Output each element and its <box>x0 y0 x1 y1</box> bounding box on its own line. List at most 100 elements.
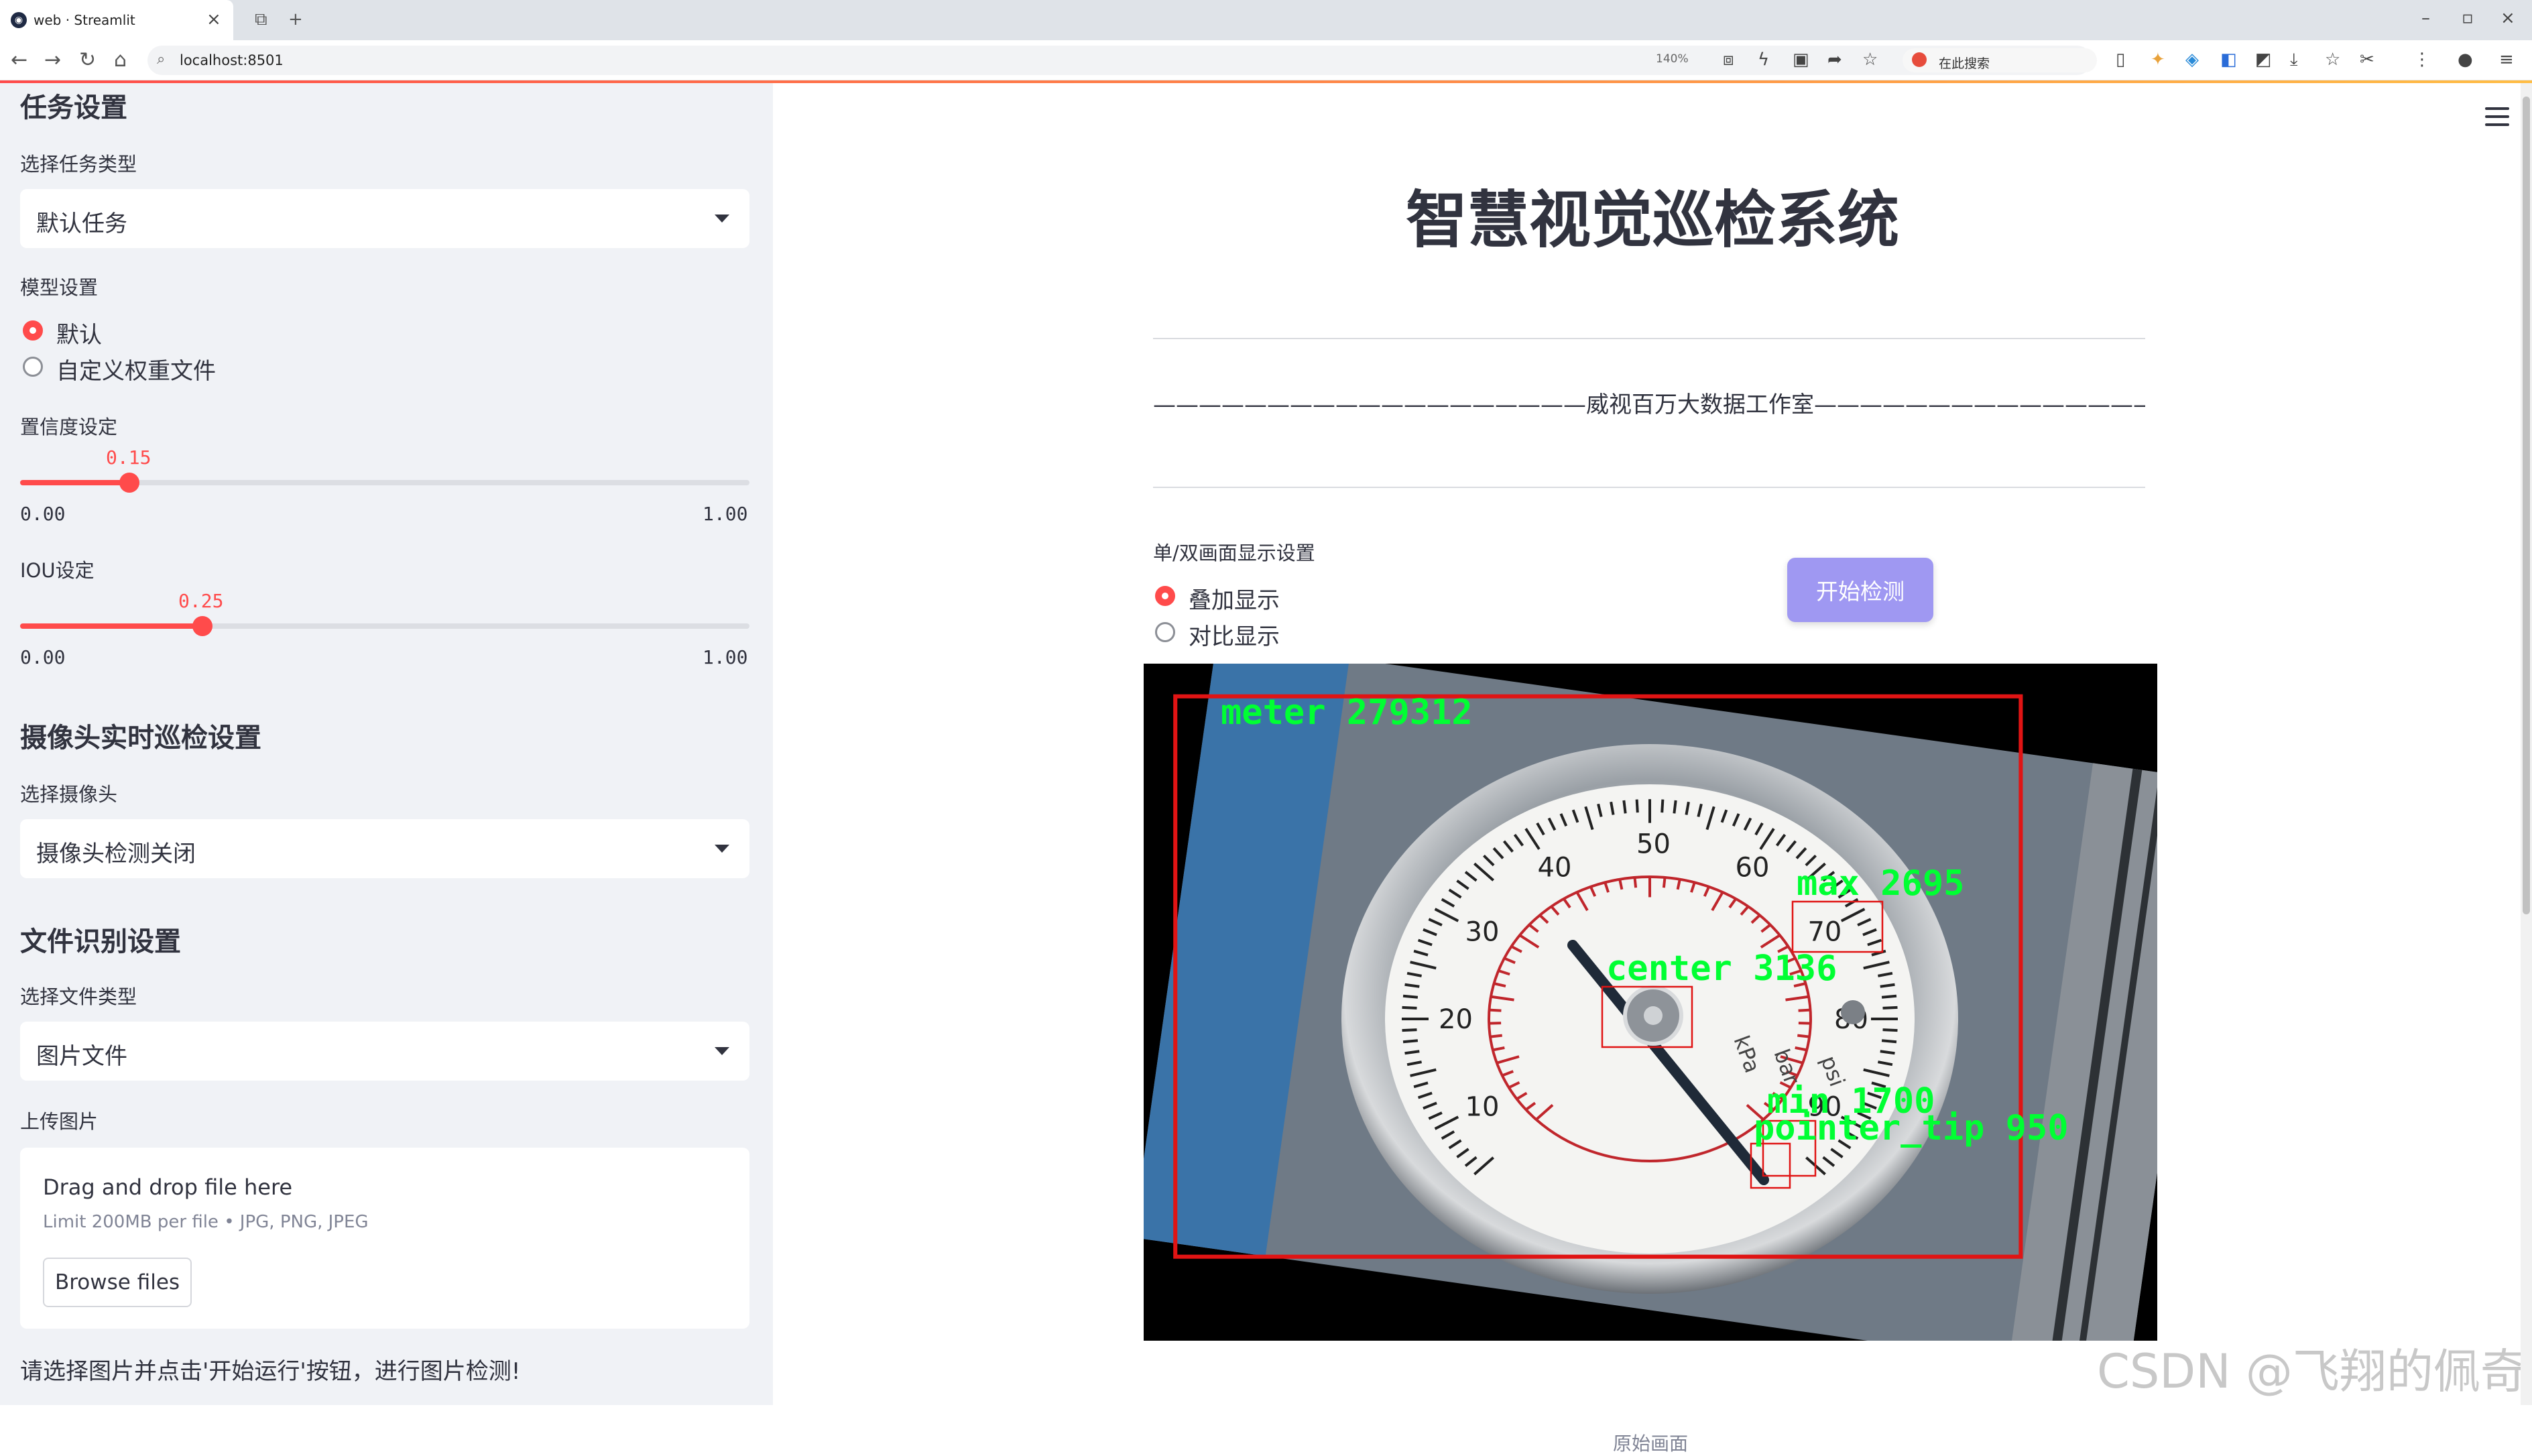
share-icon[interactable]: ➦ <box>1827 50 1842 70</box>
iou-max: 1.00 <box>703 646 748 668</box>
upload-label: 上传图片 <box>20 1110 99 1133</box>
gauge-tick <box>1881 1039 1897 1044</box>
url-text: localhost:8501 <box>180 52 284 68</box>
confidence-label: 置信度设定 <box>20 416 118 438</box>
gauge-number: 10 <box>1465 1092 1500 1123</box>
iou-label: IOU设定 <box>20 559 95 582</box>
more-icon[interactable]: ⋮ <box>2413 50 2431 70</box>
reload-icon[interactable]: ↻ <box>79 48 96 72</box>
extension-icon-1[interactable]: ✦ <box>2151 50 2165 70</box>
page-title: 智慧视觉巡检系统 <box>1405 184 1899 256</box>
minimize-icon[interactable]: – <box>2421 8 2430 28</box>
compare-display-radio[interactable] <box>1155 622 1175 642</box>
gauge-inner-tick <box>1797 1034 1810 1038</box>
chevron-down-icon <box>715 845 729 853</box>
address-bar: ← → ↻ ⌂ ⌕ localhost:8501 140% ⧈ ϟ ▣ ➦ ☆ … <box>0 40 2532 80</box>
upload-drag-text: Drag and drop file here <box>43 1174 293 1200</box>
bookmark-icon[interactable]: ☆ <box>2325 50 2340 70</box>
label-center: center 3136 <box>1606 949 1837 989</box>
gauge-inner-tick <box>1489 1022 1502 1025</box>
task-type-select[interactable]: 默认任务 <box>20 189 749 248</box>
gauge-tick <box>1622 800 1627 814</box>
home-icon[interactable]: ⌂ <box>114 48 127 72</box>
task-type-value: 默认任务 <box>36 210 127 237</box>
gauge-inner-tick <box>1798 1008 1811 1012</box>
gauge-inner-tick <box>1633 877 1638 888</box>
confidence-slider-fill <box>20 480 130 485</box>
extension-icon-2[interactable]: ◈ <box>2185 50 2199 70</box>
page-scrollbar[interactable] <box>2521 83 2532 1405</box>
iou-slider-thumb[interactable] <box>192 616 213 636</box>
model-custom-label[interactable]: 自定义权重文件 <box>56 353 216 385</box>
download-icon[interactable]: ⤓ <box>2290 50 2298 70</box>
browser-search-box[interactable]: 在此搜索 <box>1903 48 2097 72</box>
compare-display-label[interactable]: 对比显示 <box>1189 618 1280 651</box>
image-caption: 原始画面 <box>1612 1433 1688 1455</box>
gauge-tick <box>1402 1039 1419 1044</box>
translate-icon[interactable]: ⧈ <box>1723 50 1734 70</box>
divider-bottom <box>1153 487 2145 488</box>
profile-avatar-icon[interactable]: ● <box>2458 50 2473 70</box>
favorite-icon[interactable]: ☆ <box>1862 50 1878 70</box>
gauge-inner-tick <box>1490 1034 1502 1038</box>
extension-icon-3[interactable]: ◧ <box>2220 50 2237 70</box>
gauge-tick <box>1402 994 1419 999</box>
iou-min: 0.00 <box>20 646 66 668</box>
main-menu-icon[interactable] <box>2485 107 2509 126</box>
confidence-slider-thumb[interactable] <box>119 473 140 493</box>
iou-slider-fill <box>20 623 202 629</box>
forward-icon[interactable]: → <box>44 48 61 72</box>
file-type-select[interactable]: 图片文件 <box>20 1022 749 1081</box>
overlay-display-label[interactable]: 叠加显示 <box>1189 582 1280 615</box>
gauge-number: 50 <box>1636 829 1671 860</box>
label-pointer-tip: pointer_tip 950 <box>1754 1108 2069 1148</box>
display-mode-label: 单/双画面显示设置 <box>1153 542 1315 564</box>
screenshot-icon[interactable]: ▣ <box>1793 50 1809 70</box>
camera-settings-header: 摄像头实时巡检设置 <box>20 723 261 753</box>
file-type-value: 图片文件 <box>36 1043 127 1070</box>
back-icon[interactable]: ← <box>11 48 27 72</box>
browse-files-button[interactable]: Browse files <box>43 1258 192 1307</box>
gauge-inner-tick <box>1798 1022 1811 1025</box>
start-detection-button[interactable]: 开始检测 <box>1787 558 1933 622</box>
cut-icon[interactable]: ✂ <box>2360 50 2374 70</box>
file-type-label: 选择文件类型 <box>20 985 137 1008</box>
file-settings-header: 文件识别设置 <box>20 926 181 957</box>
gauge-tick <box>1635 799 1639 813</box>
gauge-tick <box>1661 799 1665 813</box>
gauge-number: 70 <box>1807 916 1842 947</box>
gauge-number: 20 <box>1439 1004 1473 1035</box>
file-uploader-dropzone[interactable]: Drag and drop file here Limit 200MB per … <box>20 1148 749 1329</box>
extension-icon-4[interactable]: ◩ <box>2255 50 2272 70</box>
iou-slider[interactable] <box>20 616 749 636</box>
model-settings-label: 模型设置 <box>20 276 99 299</box>
confidence-slider[interactable] <box>20 473 749 493</box>
browser-tab[interactable]: ◉ web · Streamlit × <box>0 0 233 40</box>
gauge-tick <box>1881 994 1897 999</box>
model-default-radio[interactable] <box>23 320 43 341</box>
upload-limit-text: Limit 200MB per file • JPG, PNG, JPEG <box>43 1212 369 1232</box>
model-custom-radio[interactable] <box>23 357 43 377</box>
bolt-icon[interactable]: ϟ <box>1758 50 1769 70</box>
gauge-photo: 102030405060708090 kPa bar psi <box>1144 664 2157 1341</box>
gauge-number: 40 <box>1538 853 1572 884</box>
search-icon: ⌕ <box>157 51 166 68</box>
gauge-inner-tick <box>1489 1008 1502 1012</box>
maximize-icon[interactable]: ▫ <box>2462 8 2474 28</box>
divider-top <box>1153 338 2145 339</box>
main-content: 智慧视觉巡检系统 ———————————————————威视百万大数据工作室——… <box>773 83 2532 1455</box>
scrollbar-thumb[interactable] <box>2523 97 2530 914</box>
camera-select[interactable]: 摄像头检测关闭 <box>20 819 749 878</box>
sidebar-toggle-icon[interactable]: ▯ <box>2116 50 2125 70</box>
zoom-level[interactable]: 140% <box>1656 52 1689 66</box>
sidebar-hint-text: 请选择图片并点击'开始运行'按钮，进行图片检测! <box>20 1358 521 1385</box>
camera-value: 摄像头检测关闭 <box>36 841 196 867</box>
tab-actions-icon[interactable]: ⧉ <box>255 9 267 30</box>
overlay-display-radio[interactable] <box>1155 586 1175 606</box>
new-tab-icon[interactable]: + <box>288 9 303 29</box>
close-tab-icon[interactable]: × <box>206 9 221 29</box>
label-meter: meter 279312 <box>1221 692 1473 733</box>
close-window-icon[interactable]: × <box>2500 8 2515 28</box>
model-default-label[interactable]: 默认 <box>56 316 102 349</box>
menu-icon[interactable]: ≡ <box>2499 50 2514 70</box>
